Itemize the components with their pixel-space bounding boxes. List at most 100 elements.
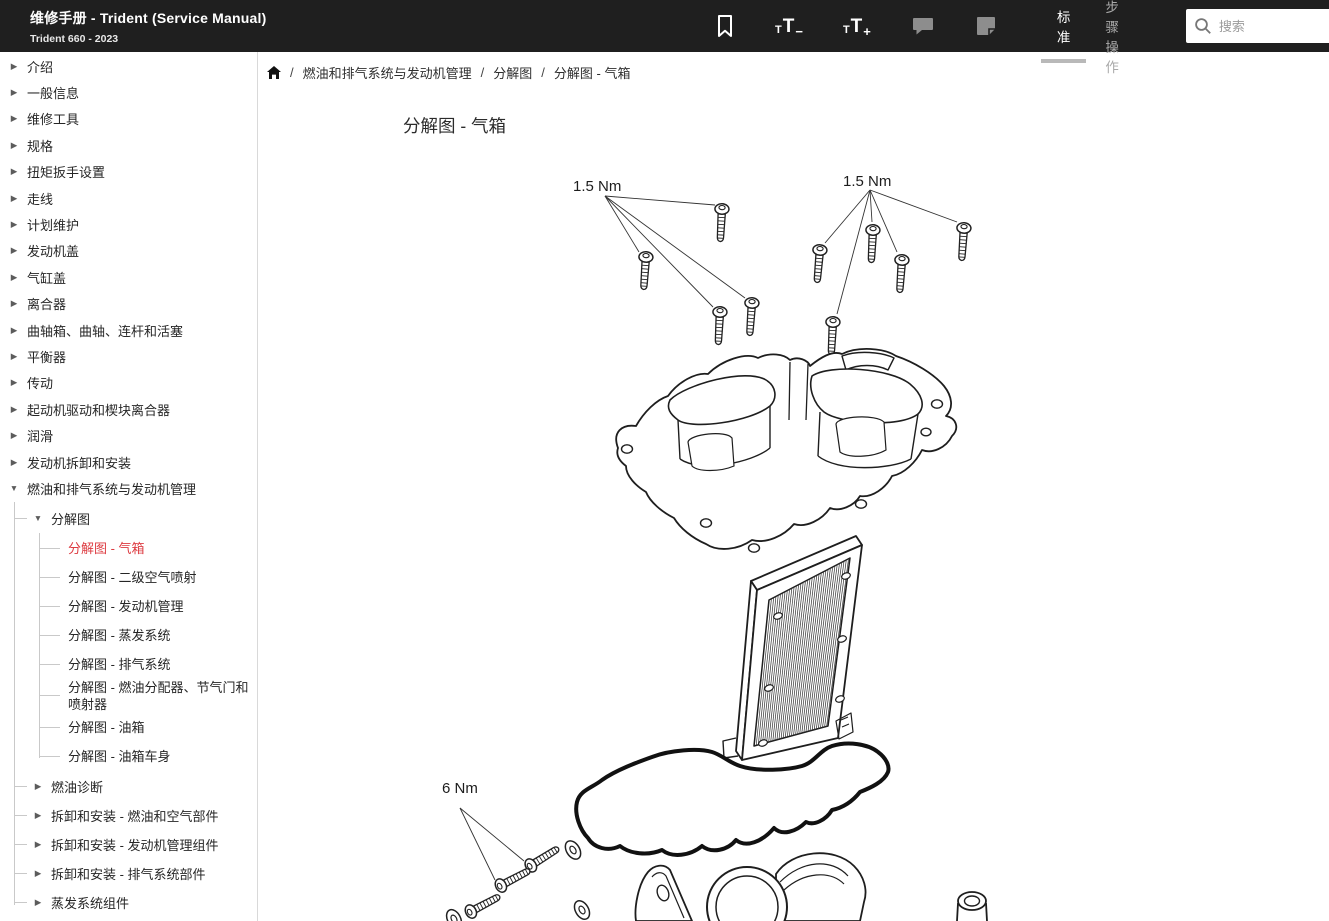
sidebar-item-label: 扭矩扳手设置 — [27, 162, 105, 181]
font-decrease-button[interactable]: TT− — [775, 17, 803, 36]
sidebar-item[interactable]: ▶拆卸和安装 - 排气系统部件 — [15, 859, 257, 888]
sidebar-item[interactable]: ▶ 拆卸和安装 - 燃油和空气部件 — [15, 801, 257, 830]
breadcrumb-item[interactable]: 分解图 — [493, 63, 532, 82]
chevron-right-icon: ▶ — [9, 298, 19, 309]
torque-label: 1.5 Nm — [573, 178, 621, 195]
chevron-right-icon: ▶ — [33, 810, 43, 821]
sidebar-item-label: 规格 — [27, 136, 53, 155]
app-title: 维修手册 - Trident (Service Manual) — [30, 8, 460, 28]
sidebar-item[interactable]: ▶ 传动 — [0, 370, 257, 396]
sidebar-item-label: 润滑 — [27, 426, 53, 445]
sidebar-item[interactable]: ▶计划维护 — [0, 211, 257, 237]
screws-group — [637, 203, 972, 354]
sidebar-item[interactable]: 分解图 - 油箱 — [40, 713, 257, 742]
sidebar-group: ▼分解图分解图 - 气箱分解图 - 二级空气喷射分解图 - 发动机管理分解图 -… — [14, 502, 257, 919]
sidebar-item-label: 分解图 — [51, 509, 90, 528]
font-increase-button[interactable]: TT+ — [843, 17, 871, 36]
sidebar-item[interactable]: ▶维修工具 — [0, 106, 257, 132]
note-button[interactable] — [975, 14, 997, 38]
bookmark-icon — [715, 14, 735, 38]
sidebar-item[interactable]: 分解图 - 发动机管理 — [40, 592, 257, 621]
sidebar-item[interactable]: ▶起动机驱动和楔块离合器 — [0, 396, 257, 422]
chevron-right-icon: ▶ — [33, 897, 43, 908]
sidebar-item[interactable]: ▶ 一般信息 — [0, 79, 257, 105]
torque-label: 6 Nm — [442, 780, 478, 797]
air-filter — [723, 536, 862, 760]
breadcrumb-item: 分解图 - 气箱 — [554, 63, 631, 82]
sidebar-item-label: 分解图 - 排气系统 — [68, 656, 171, 673]
content: /燃油和排气系统与发动机管理/分解图/分解图 - 气箱 分解图 - 气箱 1.5 — [258, 52, 1329, 921]
chevron-right-icon: ▶ — [9, 457, 19, 468]
chevron-right-icon: ▶ — [33, 781, 43, 792]
sidebar-item-label: 一般信息 — [27, 83, 79, 102]
sidebar-item-label: 燃油诊断 — [51, 777, 103, 796]
sidebar-item[interactable]: ▶拆卸和安装 - 发动机管理组件 — [15, 830, 257, 859]
header: 维修手册 - Trident (Service Manual) Trident … — [0, 0, 1329, 52]
chevron-right-icon: ▶ — [9, 219, 19, 230]
sidebar-item-selected[interactable]: 分解图 - 气箱 — [40, 534, 257, 563]
sidebar-item-label: 拆卸和安装 - 燃油和空气部件 — [51, 806, 219, 825]
sidebar-item-label: 起动机驱动和楔块离合器 — [27, 400, 170, 419]
search-input[interactable] — [1219, 19, 1329, 34]
home-icon[interactable] — [267, 66, 281, 79]
sidebar-item-label: 分解图 - 二级空气喷射 — [68, 569, 197, 586]
chevron-right-icon: ▶ — [9, 377, 19, 388]
sidebar-item[interactable]: ▶走线 — [0, 185, 257, 211]
sidebar-item[interactable]: ▶ 润滑 — [0, 422, 257, 448]
sidebar-item[interactable]: ▶ 燃油诊断 — [15, 772, 257, 801]
sidebar-item[interactable]: ▶气缸盖 — [0, 264, 257, 290]
sidebar-item[interactable]: ▶发动机盖 — [0, 238, 257, 264]
sidebar-item[interactable]: 分解图 - 二级空气喷射 — [40, 563, 257, 592]
sidebar-item[interactable]: ▶发动机拆卸和安装 — [0, 449, 257, 475]
bookmark-button[interactable] — [715, 14, 735, 38]
sidebar-item[interactable]: ▶ 曲轴箱、曲轴、连杆和活塞 — [0, 317, 257, 343]
tab-step-by-step[interactable]: 按步骤操作 — [1098, 0, 1126, 80]
breadcrumb-separator: / — [541, 65, 545, 80]
breadcrumb-separator: / — [481, 65, 485, 80]
search-icon — [1194, 17, 1212, 35]
sidebar-item-label: 离合器 — [27, 294, 66, 313]
chevron-right-icon: ▶ — [9, 87, 19, 98]
chevron-right-icon: ▶ — [9, 61, 19, 72]
sidebar-item-label: 分解图 - 蒸发系统 — [68, 627, 171, 644]
header-actions: TT− TT+ 标准按步骤操作 — [715, 0, 1329, 80]
breadcrumb-separator: / — [290, 65, 294, 80]
chevron-right-icon: ▶ — [9, 193, 19, 204]
sidebar-item-label: 气缸盖 — [27, 268, 66, 287]
breadcrumb-item[interactable]: 燃油和排气系统与发动机管理 — [303, 63, 472, 82]
page-title: 分解图 - 气箱 — [403, 113, 506, 138]
sidebar-item[interactable]: ▶ 扭矩扳手设置 — [0, 159, 257, 185]
chevron-right-icon: ▶ — [9, 166, 19, 177]
bottom-screws — [444, 838, 593, 921]
exploded-diagram: 1.5 Nm 1.5 Nm 6 Nm — [440, 160, 1000, 921]
tab-standard[interactable]: 标准 — [1055, 2, 1073, 50]
chevron-right-icon: ▶ — [9, 325, 19, 336]
sidebar-item[interactable]: 分解图 - 排气系统 — [40, 650, 257, 679]
sidebar-item[interactable]: ▶平衡器 — [0, 343, 257, 369]
sidebar-item[interactable]: ▶介绍 — [0, 53, 257, 79]
sidebar-item[interactable]: 分解图 - 燃油分配器、节气门和喷射器 — [40, 679, 257, 713]
sidebar-item-label: 曲轴箱、曲轴、连杆和活塞 — [27, 321, 183, 340]
sidebar-item-label: 燃油和排气系统与发动机管理 — [27, 479, 196, 498]
sidebar-item[interactable]: ▼分解图 — [15, 504, 257, 533]
sidebar-item-label: 分解图 - 油箱车身 — [68, 748, 171, 765]
sidebar-item-label: 分解图 - 发动机管理 — [68, 598, 184, 615]
breadcrumb: / 燃油和排气系统与发动机管理 / 分解图 / 分解图 - 气箱 — [267, 63, 630, 82]
sidebar-item[interactable]: 分解图 - 蒸发系统 — [40, 621, 257, 650]
header-titles: 维修手册 - Trident (Service Manual) Trident … — [0, 8, 460, 45]
sidebar-item-label: 拆卸和安装 - 排气系统部件 — [51, 864, 206, 883]
chevron-right-icon: ▶ — [9, 430, 19, 441]
font-increase-icon: T — [843, 25, 850, 36]
sidebar-item[interactable]: 分解图 - 油箱车身 — [40, 742, 257, 771]
sidebar-item[interactable]: ▶规格 — [0, 132, 257, 158]
sidebar-item[interactable]: ▶ 离合器 — [0, 291, 257, 317]
search-box[interactable] — [1186, 9, 1329, 43]
comment-button[interactable] — [911, 14, 935, 38]
app-subtitle: Trident 660 - 2023 — [30, 33, 460, 45]
chevron-right-icon: ▶ — [9, 113, 19, 124]
sidebar-item[interactable]: ▶蒸发系统组件 — [15, 888, 257, 917]
sidebar-item-label: 传动 — [27, 373, 53, 392]
app-root: 维修手册 - Trident (Service Manual) Trident … — [0, 0, 1329, 921]
sidebar-item[interactable]: ▼燃油和排气系统与发动机管理 — [0, 475, 257, 501]
intake-trumpet — [707, 853, 866, 921]
